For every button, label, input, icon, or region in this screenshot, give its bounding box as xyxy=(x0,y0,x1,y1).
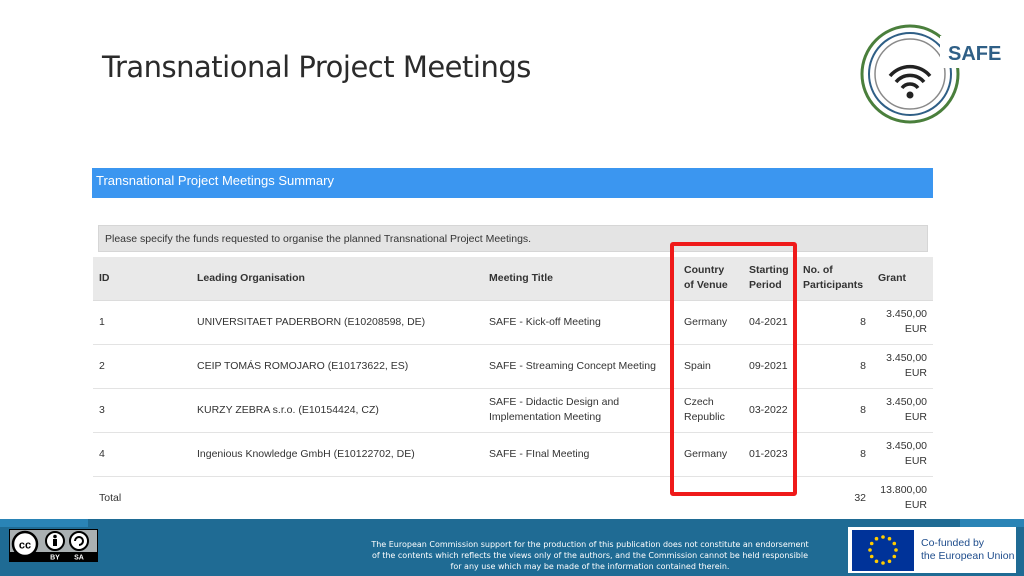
meetings-table: ID Leading Organisation Meeting Title Co… xyxy=(93,257,933,521)
cell-org: KURZY ZEBRA s.r.o. (E10154424, CZ) xyxy=(191,388,483,433)
cell-org: UNIVERSITAET PADERBORN (E10208598, DE) xyxy=(191,300,483,345)
table-row: 2 CEIP TOMÁS ROMOJARO (E10173622, ES) SA… xyxy=(93,344,933,389)
highlight-box xyxy=(670,242,797,496)
cell-grant: 3.450,00 EUR xyxy=(872,432,933,477)
cell-id: 2 xyxy=(93,344,191,389)
total-participants: 32 xyxy=(797,476,872,521)
eu-cofunded-badge: Co-funded by the European Union xyxy=(848,527,1016,573)
cell-title: SAFE - Streaming Concept Meeting xyxy=(483,344,678,389)
col-header-grant: Grant xyxy=(872,257,933,301)
cell-title: SAFE - Kick-off Meeting xyxy=(483,300,678,345)
cc-by-sa-icon: cc BY SA xyxy=(9,529,98,562)
footer-bar-tab-right xyxy=(960,519,1024,527)
svg-text:BY: BY xyxy=(50,555,60,562)
cell-grant: 3.450,00 EUR xyxy=(872,388,933,433)
col-header-id: ID xyxy=(93,257,191,301)
cell-org: CEIP TOMÁS ROMOJARO (E10173622, ES) xyxy=(191,344,483,389)
table-header-row: ID Leading Organisation Meeting Title Co… xyxy=(93,257,933,301)
col-header-org: Leading Organisation xyxy=(191,257,483,301)
svg-text:cc: cc xyxy=(19,540,31,552)
table-row: 4 Ingenious Knowledge GmbH (E10122702, D… xyxy=(93,432,933,477)
cell-title: SAFE - FInal Meeting xyxy=(483,432,678,477)
instruction-text: Please specify the funds requested to or… xyxy=(98,225,928,252)
footer-bar-tab-left xyxy=(0,519,88,527)
cell-participants: 8 xyxy=(797,344,872,389)
table-row: 1 UNIVERSITAET PADERBORN (E10208598, DE)… xyxy=(93,300,933,345)
cell-id: 1 xyxy=(93,300,191,345)
eu-flag-icon xyxy=(852,530,914,571)
cell-title: SAFE - Didactic Design and Implementation… xyxy=(483,388,678,433)
cell-grant: 3.450,00 EUR xyxy=(872,344,933,389)
col-header-title: Meeting Title xyxy=(483,257,678,301)
cell-participants: 8 xyxy=(797,300,872,345)
cell-id: 3 xyxy=(93,388,191,433)
table-total-row: Total 32 13.800,00 EUR xyxy=(93,476,933,521)
col-header-participants: No. of Participants xyxy=(797,257,872,301)
total-label: Total xyxy=(93,476,191,521)
table-row: 3 KURZY ZEBRA s.r.o. (E10154424, CZ) SAF… xyxy=(93,388,933,433)
cell-participants: 8 xyxy=(797,432,872,477)
slide-title: Transnational Project Meetings xyxy=(102,50,531,84)
logo-text: SAFE xyxy=(948,43,1001,65)
safe-logo: SAFE xyxy=(858,22,1008,126)
cell-id: 4 xyxy=(93,432,191,477)
eu-disclaimer: The European Commission support for the … xyxy=(371,540,809,571)
cell-org: Ingenious Knowledge GmbH (E10122702, DE) xyxy=(191,432,483,477)
cell-grant: 3.450,00 EUR xyxy=(872,300,933,345)
cell-participants: 8 xyxy=(797,388,872,433)
panel-header: Transnational Project Meetings Summary xyxy=(92,168,933,198)
svg-text:SA: SA xyxy=(74,555,84,562)
eu-cofunded-text: Co-funded by the European Union xyxy=(921,537,1015,562)
total-grant: 13.800,00 EUR xyxy=(872,476,933,521)
